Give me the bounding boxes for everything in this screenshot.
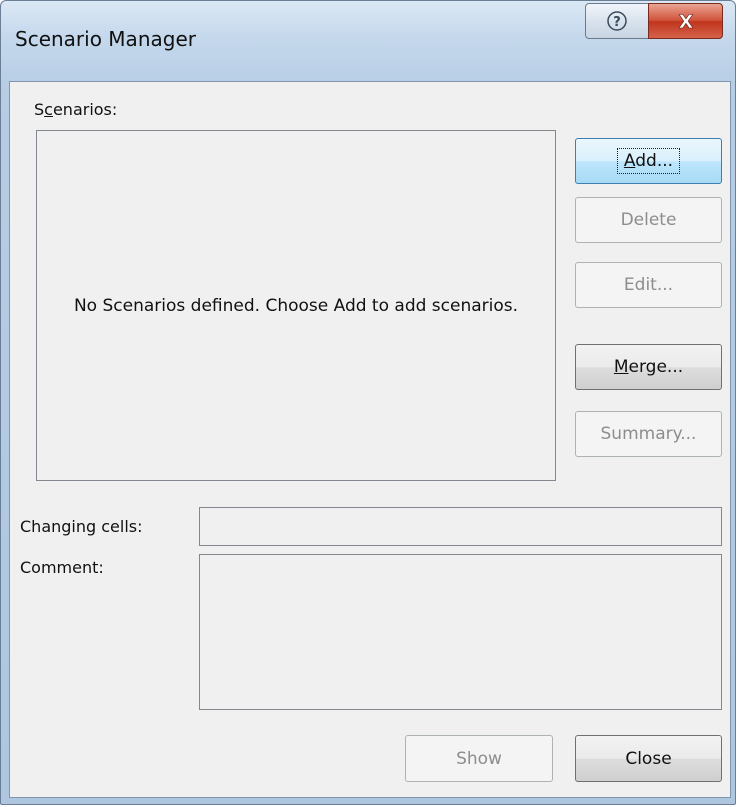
merge-button-accel: M [613, 357, 629, 377]
changing-cells-label: Changing cells: [20, 517, 143, 536]
show-button[interactable]: Show [405, 735, 553, 782]
dialog-title: Scenario Manager [15, 27, 196, 51]
help-glyph: ? [613, 15, 621, 30]
scenarios-label-accel: c [44, 100, 53, 119]
scenarios-label-prefix: S [34, 100, 45, 119]
delete-button-label: Delete [620, 210, 677, 230]
summary-button-label: Summary... [600, 424, 697, 444]
add-button-accel: A [623, 151, 636, 171]
empty-scenarios-message: No Scenarios defined. Choose Add to add … [73, 295, 519, 316]
dialog-body: Scenarios: No Scenarios defined. Choose … [9, 81, 731, 798]
edit-button-label: Edit... [623, 275, 674, 295]
scenarios-list[interactable]: No Scenarios defined. Choose Add to add … [36, 130, 556, 481]
delete-button[interactable]: Delete [575, 197, 722, 243]
scenario-manager-dialog: Scenario Manager ? X Scenarios: No Scena… [0, 0, 736, 805]
close-button-label: Close [625, 748, 672, 769]
close-window-button[interactable]: X [648, 3, 723, 39]
show-button-label: Show [456, 748, 502, 769]
summary-button[interactable]: Summary... [575, 411, 722, 457]
close-button[interactable]: Close [575, 735, 722, 782]
close-glyph: X [678, 11, 693, 33]
add-button[interactable]: Add... [575, 138, 722, 184]
edit-button[interactable]: Edit... [575, 262, 722, 308]
merge-button-label: Merge... [614, 357, 683, 377]
comment-field[interactable] [199, 554, 722, 710]
close-icon: X [673, 8, 699, 34]
help-icon: ? [606, 10, 628, 32]
help-button[interactable]: ? [585, 3, 649, 39]
comment-label: Comment: [20, 558, 104, 577]
merge-button[interactable]: Merge... [575, 344, 722, 390]
scenarios-label: Scenarios: [34, 100, 117, 119]
add-button-rest: dd... [635, 151, 674, 171]
title-bar[interactable]: Scenario Manager ? X [1, 1, 735, 81]
scenarios-label-suffix: enarios: [52, 100, 118, 119]
merge-button-rest: erge... [628, 357, 684, 377]
changing-cells-field[interactable] [199, 507, 722, 546]
add-button-label: Add... [616, 148, 681, 174]
